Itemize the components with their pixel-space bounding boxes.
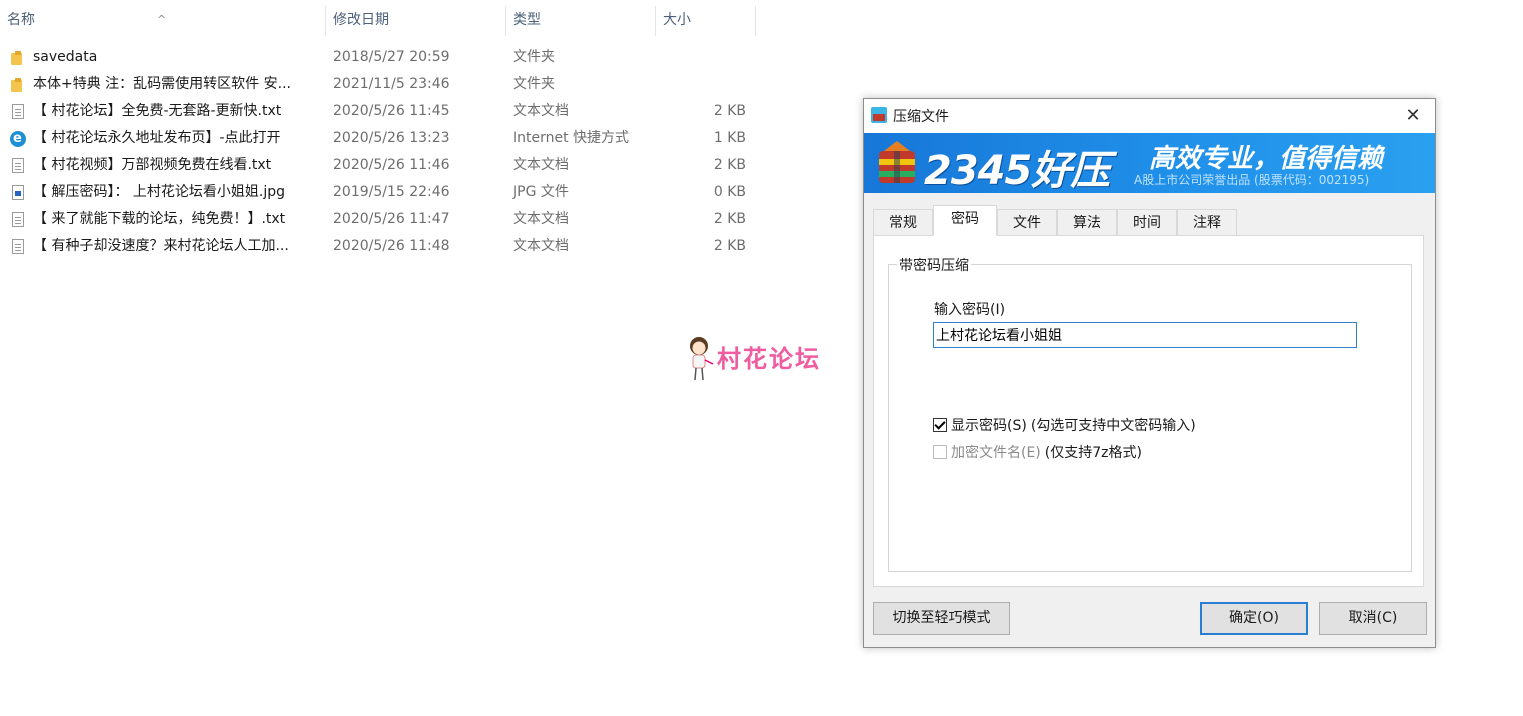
compress-dialog: 压缩文件 ✕ 2345好压 高效专业，值得信赖 A股上市公司荣誉出品 (股票代码… xyxy=(863,98,1436,648)
text-file-icon xyxy=(12,239,24,254)
show-password-label: 显示密码(S) xyxy=(951,418,1027,434)
file-type: Internet 快捷方式 xyxy=(513,130,630,146)
file-size: 2 KB xyxy=(713,238,746,254)
file-name: savedata xyxy=(33,49,98,65)
file-date: 2018/5/27 20:59 xyxy=(333,49,450,65)
text-file-icon xyxy=(12,104,24,119)
file-name: 本体+特典 注：乱码需使用转区软件 安... xyxy=(33,76,291,92)
file-row[interactable]: 【 有种子却没速度？来村花论坛人工加... 2020/5/26 11:48 文本… xyxy=(0,233,760,260)
brand-logo-text: 2345好压 xyxy=(924,148,1110,193)
column-header-type-label: 类型 xyxy=(513,12,541,28)
file-row[interactable]: 本体+特典 注：乱码需使用转区软件 安... 2021/11/5 23:46 文… xyxy=(0,71,760,98)
column-header-date[interactable]: 修改日期 xyxy=(326,6,506,36)
sort-ascending-icon: ^ xyxy=(157,13,167,26)
file-name: 【 有种子却没速度？来村花论坛人工加... xyxy=(33,238,289,254)
tab-time[interactable]: 时间 xyxy=(1117,209,1177,235)
girl-mascot-icon xyxy=(690,337,714,381)
encrypt-filenames-note: (仅支持7z格式) xyxy=(1044,445,1142,461)
text-file-icon xyxy=(12,212,24,227)
archive-box-icon xyxy=(879,141,915,183)
file-row[interactable]: savedata 2018/5/27 20:59 文件夹 xyxy=(0,44,760,71)
file-date: 2019/5/15 22:46 xyxy=(333,184,450,200)
image-file-icon xyxy=(12,185,24,200)
file-row[interactable]: 【 村花论坛永久地址发布页】-点此打开 2020/5/26 13:23 Inte… xyxy=(0,125,760,152)
column-header-size-label: 大小 xyxy=(663,12,691,28)
file-row[interactable]: 【 村花论坛】全免费-无套路-更新快.txt 2020/5/26 11:45 文… xyxy=(0,98,760,125)
encrypt-filenames-checkbox xyxy=(933,445,947,459)
file-name: 【 村花论坛】全免费-无套路-更新快.txt xyxy=(33,103,282,119)
internet-shortcut-icon xyxy=(10,125,26,152)
close-button[interactable]: ✕ xyxy=(1399,102,1427,130)
file-rows: savedata 2018/5/27 20:59 文件夹 本体+特典 注：乱码需… xyxy=(0,44,760,260)
watermark-text: 村花论坛 xyxy=(717,345,821,373)
file-row[interactable]: 【 村花视频】万部视频免费在线看.txt 2020/5/26 11:46 文本文… xyxy=(0,152,760,179)
show-password-checkbox[interactable] xyxy=(933,418,947,432)
file-size: 2 KB xyxy=(713,103,746,119)
text-file-icon xyxy=(12,158,24,173)
file-explorer-list: 名称 ^ 修改日期 类型 大小 savedata 2018/5/27 20:59… xyxy=(0,0,760,716)
column-header-name-label: 名称 xyxy=(7,12,35,28)
show-password-option[interactable]: 显示密码(S) (勾选可支持中文密码输入) xyxy=(933,415,1196,435)
switch-mode-button[interactable]: 切换至轻巧模式 xyxy=(873,602,1010,635)
encrypt-filenames-label: 加密文件名(E) xyxy=(951,445,1041,461)
password-tab-panel: 带密码压缩 输入密码(I) 显示密码(S)(勾选可支持中文密码输入) 加密文件名… xyxy=(873,235,1424,587)
file-size: 1 KB xyxy=(713,130,746,146)
file-date: 2020/5/26 11:48 xyxy=(333,238,450,254)
file-date: 2020/5/26 11:46 xyxy=(333,157,450,173)
file-name: 【 村花视频】万部视频免费在线看.txt xyxy=(33,157,272,173)
file-name: 【 解压密码】： 上村花论坛看小姐姐.jpg xyxy=(33,184,286,200)
column-header-size[interactable]: 大小 xyxy=(656,6,756,36)
column-header-name[interactable]: 名称 ^ xyxy=(0,6,326,36)
column-header-date-label: 修改日期 xyxy=(333,12,389,28)
groupbox-title: 带密码压缩 xyxy=(897,255,971,275)
encrypt-filenames-option: 加密文件名(E) (仅支持7z格式) xyxy=(933,442,1142,462)
file-date: 2020/5/26 11:47 xyxy=(333,211,450,227)
tab-general[interactable]: 常规 xyxy=(873,209,933,235)
file-size: 2 KB xyxy=(713,157,746,173)
ok-button[interactable]: 确定(O) xyxy=(1200,602,1308,635)
tab-files[interactable]: 文件 xyxy=(997,209,1057,235)
dialog-title: 压缩文件 xyxy=(893,109,949,125)
watermark: 村花论坛 xyxy=(686,334,846,384)
file-type: 文本文档 xyxy=(513,238,569,254)
file-type: 文本文档 xyxy=(513,157,569,173)
file-type: 文本文档 xyxy=(513,103,569,119)
show-password-note: (勾选可支持中文密码输入) xyxy=(1030,418,1196,434)
cancel-button[interactable]: 取消(C) xyxy=(1319,602,1427,635)
file-date: 2020/5/26 13:23 xyxy=(333,130,450,146)
file-row[interactable]: 【 来了就能下载的论坛，纯免费！】.txt 2020/5/26 11:47 文本… xyxy=(0,206,760,233)
file-type: JPG 文件 xyxy=(513,184,569,200)
brand-subtext: A股上市公司荣誉出品 (股票代码：002195) xyxy=(1134,173,1370,187)
file-row[interactable]: 【 解压密码】： 上村花论坛看小姐姐.jpg 2019/5/15 22:46 J… xyxy=(0,179,760,206)
dialog-titlebar[interactable]: 压缩文件 ✕ xyxy=(864,99,1435,133)
folder-icon xyxy=(10,77,26,93)
file-type: 文件夹 xyxy=(513,49,555,65)
column-header-type[interactable]: 类型 xyxy=(506,6,656,36)
folder-icon xyxy=(10,50,26,66)
password-groupbox: 带密码压缩 输入密码(I) 显示密码(S)(勾选可支持中文密码输入) 加密文件名… xyxy=(888,255,1412,572)
tab-comment[interactable]: 注释 xyxy=(1177,209,1237,235)
file-size: 0 KB xyxy=(713,184,746,200)
app-icon xyxy=(871,107,887,123)
brand-slogan: 高效专业，值得信赖 xyxy=(1149,144,1384,174)
file-date: 2020/5/26 11:45 xyxy=(333,103,450,119)
file-type: 文本文档 xyxy=(513,211,569,227)
tab-algorithm[interactable]: 算法 xyxy=(1057,209,1117,235)
file-date: 2021/11/5 23:46 xyxy=(333,76,450,92)
password-label: 输入密码(I) xyxy=(934,302,1006,318)
file-size: 2 KB xyxy=(713,211,746,227)
file-type: 文件夹 xyxy=(513,76,555,92)
brand-banner: 2345好压 高效专业，值得信赖 A股上市公司荣誉出品 (股票代码：002195… xyxy=(864,133,1435,193)
password-input[interactable] xyxy=(933,322,1357,348)
file-name: 【 来了就能下载的论坛，纯免费！】.txt xyxy=(33,211,286,227)
file-name: 【 村花论坛永久地址发布页】-点此打开 xyxy=(33,130,281,146)
tab-password[interactable]: 密码 xyxy=(933,205,997,236)
